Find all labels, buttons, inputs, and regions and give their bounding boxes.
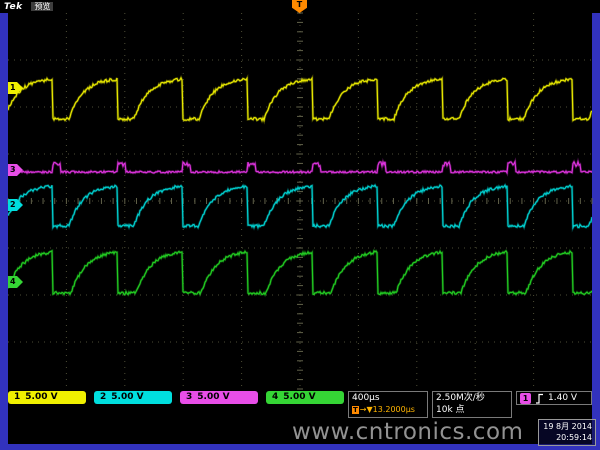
trigger-delay-line: T→▼13.2000μs bbox=[352, 404, 424, 416]
channel-4-number: 4 bbox=[272, 392, 278, 402]
trigger-level-value: 1.40 V bbox=[548, 392, 577, 404]
trigger-delay-value: →▼13.2000μs bbox=[360, 405, 415, 414]
acquisition-status: 预览 bbox=[31, 2, 53, 11]
record-length-value: 10k 点 bbox=[436, 404, 508, 416]
channel-1-scale-readout[interactable]: 1 5.00 V bbox=[8, 391, 86, 404]
channel-3-scale: 5.00 V bbox=[197, 392, 229, 402]
time-value: 20:59:14 bbox=[542, 432, 592, 443]
trigger-source-badge: 1 bbox=[520, 393, 531, 404]
channel-3-ground-label: 3 bbox=[10, 165, 16, 174]
date-value: 19 8月 2014 bbox=[542, 421, 592, 432]
channel-4-scale-readout[interactable]: 4 5.00 V bbox=[266, 391, 344, 404]
channel-4-ground-label: 4 bbox=[10, 277, 16, 286]
datetime-readout: 19 8月 2014 20:59:14 bbox=[538, 419, 596, 446]
channel-3-scale-readout[interactable]: 3 5.00 V bbox=[180, 391, 258, 404]
sample-rate-value: 2.50M次/秒 bbox=[436, 392, 508, 404]
watermark-text: www.cntronics.com bbox=[292, 419, 523, 445]
channel-2-ground-label: 2 bbox=[10, 200, 16, 209]
graticule-area bbox=[8, 13, 592, 389]
rising-edge-icon bbox=[535, 393, 544, 404]
channel-2-number: 2 bbox=[100, 392, 106, 402]
oscilloscope-screen: Tek 预览 T 1 3 2 4 1 5.00 V 2 5.00 V 3 5.00 V… bbox=[0, 0, 600, 450]
channel-1-ground-label: 1 bbox=[10, 83, 16, 92]
channel-3-number: 3 bbox=[186, 392, 192, 402]
trigger-readout[interactable]: 1 1.40 V bbox=[516, 391, 592, 405]
channel-1-scale: 5.00 V bbox=[25, 392, 57, 402]
timebase-value: 400μs bbox=[352, 392, 424, 404]
horizontal-readout[interactable]: 400μs T→▼13.2000μs bbox=[348, 391, 428, 418]
brand-logo: Tek bbox=[4, 2, 23, 12]
channel-2-scale-readout[interactable]: 2 5.00 V bbox=[94, 391, 172, 404]
delay-trigger-icon: T bbox=[352, 406, 359, 414]
acquisition-readout[interactable]: 2.50M次/秒 10k 点 bbox=[432, 391, 512, 418]
trigger-position-label: T bbox=[297, 0, 302, 9]
channel-4-scale: 5.00 V bbox=[283, 392, 315, 402]
channel-2-scale: 5.00 V bbox=[111, 392, 143, 402]
channel-1-number: 1 bbox=[14, 392, 20, 402]
